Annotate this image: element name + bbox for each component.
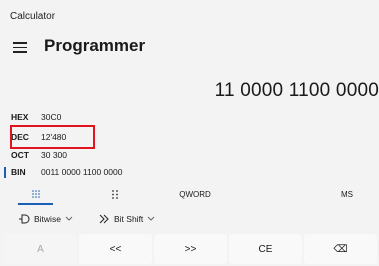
bitwise-icon xyxy=(19,214,30,224)
bit-toggle-icon xyxy=(112,189,118,199)
keypad-tabs: QWORD MS xyxy=(0,183,379,205)
bit-toggle-tab[interactable] xyxy=(100,183,130,205)
chevron-down-icon xyxy=(147,216,155,221)
full-keypad-tab[interactable] xyxy=(18,183,53,205)
keypad-row: A << >> CE ⌫ xyxy=(0,234,379,266)
radix-value: 12'480 xyxy=(41,132,67,142)
mode-title: Programmer xyxy=(44,36,146,55)
radix-label: HEX xyxy=(11,112,29,122)
radix-label: OCT xyxy=(11,150,29,160)
radix-dec[interactable]: DEC 12'480 xyxy=(11,130,66,144)
bitshift-dropdown[interactable]: Bit Shift xyxy=(98,208,159,230)
bitwise-label: Bitwise xyxy=(34,214,61,224)
window-title: Calculator xyxy=(10,11,56,22)
result-display: 11 0000 1100 0000 xyxy=(214,80,379,101)
selected-radix-indicator xyxy=(4,167,6,178)
bitshift-label: Bit Shift xyxy=(114,214,144,224)
word-size-button[interactable]: QWORD xyxy=(175,183,215,205)
key-right-shift[interactable]: >> xyxy=(154,234,227,264)
chevron-down-icon xyxy=(65,216,73,221)
bitwise-dropdown[interactable]: Bitwise xyxy=(18,208,77,230)
key-clear-entry[interactable]: CE xyxy=(229,234,302,264)
memory-store-button[interactable]: MS xyxy=(335,183,359,205)
keypad-grid-icon xyxy=(31,190,40,198)
radix-label: BIN xyxy=(11,167,26,177)
radix-hex[interactable]: HEX 30C0 xyxy=(11,110,61,124)
radix-oct[interactable]: OCT 30 300 xyxy=(11,148,67,162)
radix-bin[interactable]: BIN 0011 0000 1100 0000 xyxy=(11,165,122,179)
radix-label: DEC xyxy=(11,132,29,142)
active-tab-underline xyxy=(18,203,53,205)
key-a[interactable]: A xyxy=(4,234,77,264)
bitshift-icon xyxy=(99,214,109,224)
radix-value: 30C0 xyxy=(41,112,62,122)
key-backspace[interactable]: ⌫ xyxy=(304,234,377,264)
key-left-shift[interactable]: << xyxy=(79,234,152,264)
menu-icon[interactable] xyxy=(13,42,27,53)
radix-value: 30 300 xyxy=(41,150,67,160)
radix-value: 0011 0000 1100 0000 xyxy=(41,167,123,177)
